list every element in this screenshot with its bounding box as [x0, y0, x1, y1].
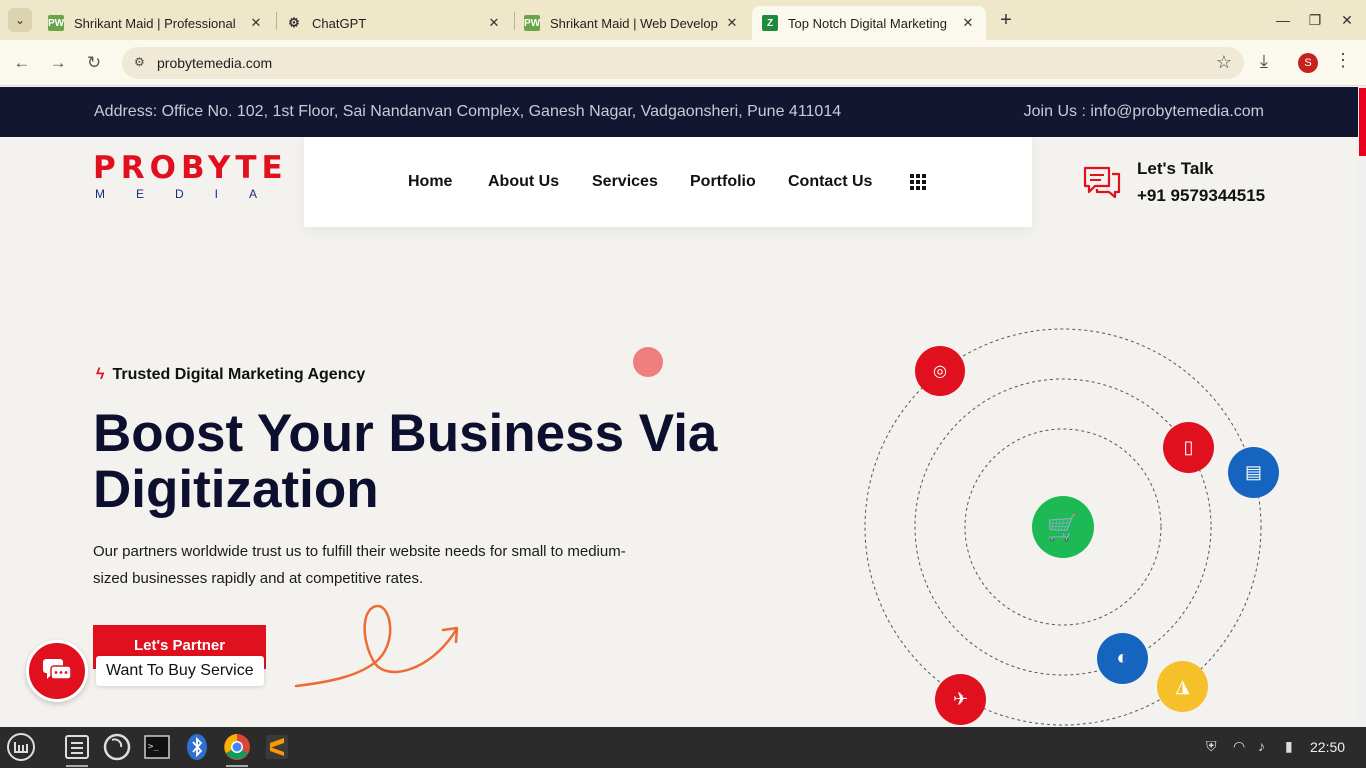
- toggle-icon: ◐: [1097, 633, 1148, 684]
- tagline-text: Trusted Digital Marketing Agency: [112, 366, 366, 383]
- logo-subword: MEDIA: [95, 187, 289, 201]
- battery-icon[interactable]: ▮: [1285, 738, 1293, 755]
- back-icon[interactable]: ←: [10, 51, 34, 75]
- rocket-icon: ✈: [935, 674, 986, 725]
- browser-tab-bar: ⌄ PW Shrikant Maid | Professional ✕ ⚙ Ch…: [0, 0, 1366, 40]
- os-taskbar: >_ ⛨ ◠ ♪ ▮ 22:50: [0, 727, 1366, 768]
- hero-subtitle: Our partners worldwide trust us to fulfi…: [93, 543, 626, 587]
- probyte-logo[interactable]: PROBYTE MEDIA: [93, 152, 288, 204]
- tab-title: ChatGPT: [312, 15, 367, 31]
- minimize-icon[interactable]: —: [1271, 8, 1295, 32]
- svg-text:>_: >_: [148, 742, 159, 752]
- bolt-icon: ϟ: [96, 366, 105, 383]
- cart-icon: 🛒: [1032, 496, 1094, 558]
- restore-icon[interactable]: ❐: [1303, 8, 1327, 32]
- firefox-icon[interactable]: [102, 732, 132, 762]
- clock[interactable]: 22:50: [1310, 739, 1345, 755]
- nav-portfolio[interactable]: Portfolio: [690, 173, 756, 191]
- nav-home[interactable]: Home: [408, 173, 452, 191]
- tab-shrikant-webdev[interactable]: PW Shrikant Maid | Web Develop ✕: [514, 6, 750, 40]
- terminal-icon[interactable]: >_: [142, 732, 172, 762]
- nav-contact-us[interactable]: Contact Us: [788, 173, 872, 191]
- bluetooth-icon[interactable]: [182, 732, 212, 762]
- tab-search-chevron-icon[interactable]: ⌄: [8, 8, 32, 32]
- browser-menu-icon[interactable]: ⋮: [1334, 50, 1352, 71]
- grid-menu-icon[interactable]: [910, 174, 926, 190]
- tab-top-notch-digital[interactable]: Z Top Notch Digital Marketing ✕: [752, 6, 986, 40]
- close-tab-icon[interactable]: ✕: [960, 15, 976, 31]
- close-tab-icon[interactable]: ✕: [486, 15, 502, 31]
- tab-title: Shrikant Maid | Web Develop: [550, 15, 718, 31]
- close-tab-icon[interactable]: ✕: [724, 15, 740, 31]
- bookmark-star-icon[interactable]: ☆: [1216, 52, 1232, 73]
- site-info-icon[interactable]: ⚙: [134, 55, 150, 71]
- chat-tooltip[interactable]: Want To Buy Service: [96, 656, 264, 686]
- hero-tagline: ϟ Trusted Digital Marketing Agency: [96, 366, 365, 384]
- address-bar[interactable]: ⚙ probytemedia.com ☆: [122, 47, 1244, 79]
- tab-shrikant-professional[interactable]: PW Shrikant Maid | Professional ✕: [38, 6, 274, 40]
- new-tab-icon[interactable]: +: [994, 8, 1018, 32]
- z-favicon-icon: Z: [762, 15, 778, 31]
- hero-title: Boost Your Business Via Digitization: [93, 404, 718, 519]
- wifi-icon[interactable]: ◠: [1233, 738, 1245, 755]
- phone-number-link[interactable]: +91 9579344515: [1137, 186, 1265, 206]
- office-address: Address: Office No. 102, 1st Floor, Sai …: [94, 103, 842, 120]
- forward-icon[interactable]: →: [46, 51, 70, 75]
- decorative-arrow-squiggle: [294, 604, 459, 688]
- shield-icon[interactable]: ⛨: [1206, 738, 1217, 755]
- chatgpt-favicon-icon: ⚙: [288, 15, 300, 30]
- main-navigation: Home About Us Services Portfolio Contact…: [304, 137, 1032, 227]
- chrome-icon[interactable]: [222, 732, 252, 767]
- megaphone-icon: ◮: [1157, 661, 1208, 712]
- tab-title: Top Notch Digital Marketing: [788, 15, 947, 31]
- reload-icon[interactable]: ↻: [82, 51, 106, 75]
- pw-favicon-icon: PW: [48, 15, 64, 31]
- tab-chatgpt[interactable]: ⚙ ChatGPT ✕: [276, 6, 512, 40]
- join-email-link[interactable]: Join Us : info@probytemedia.com: [1024, 103, 1264, 121]
- nav-about-us[interactable]: About Us: [488, 173, 559, 191]
- site-top-strip: Address: Office No. 102, 1st Floor, Sai …: [0, 87, 1358, 137]
- scrollbar-thumb[interactable]: [1359, 88, 1366, 156]
- close-tab-icon[interactable]: ✕: [248, 15, 264, 31]
- close-window-icon[interactable]: ✕: [1335, 8, 1359, 32]
- chat-icon: [43, 659, 72, 680]
- sublime-icon[interactable]: [262, 732, 292, 762]
- mint-menu-icon[interactable]: [6, 732, 36, 762]
- decorative-dot: [633, 347, 663, 377]
- files-icon[interactable]: [62, 732, 92, 767]
- camera-icon: ◎: [915, 346, 965, 396]
- tab-title: Shrikant Maid | Professional: [74, 15, 236, 31]
- download-icon[interactable]: ⤓: [1260, 51, 1268, 72]
- nav-services[interactable]: Services: [592, 173, 658, 191]
- document-icon: ▤: [1228, 447, 1279, 498]
- profile-avatar[interactable]: S: [1298, 53, 1318, 73]
- scrollbar-track[interactable]: [1358, 87, 1366, 727]
- chat-widget-button[interactable]: [26, 640, 88, 702]
- volume-icon[interactable]: ♪: [1258, 738, 1265, 754]
- url-text[interactable]: probytemedia.com: [157, 55, 272, 71]
- chat-bubbles-icon: [1083, 166, 1121, 199]
- phone-app-icon: ▯: [1163, 422, 1214, 473]
- logo-word: PROBYTE: [93, 150, 288, 186]
- lets-talk-label: Let's Talk: [1137, 159, 1214, 178]
- browser-toolbar: ← → ↻ ⚙ probytemedia.com ☆ ⤓ S ⋮: [0, 40, 1366, 86]
- pw-favicon-icon: PW: [524, 15, 540, 31]
